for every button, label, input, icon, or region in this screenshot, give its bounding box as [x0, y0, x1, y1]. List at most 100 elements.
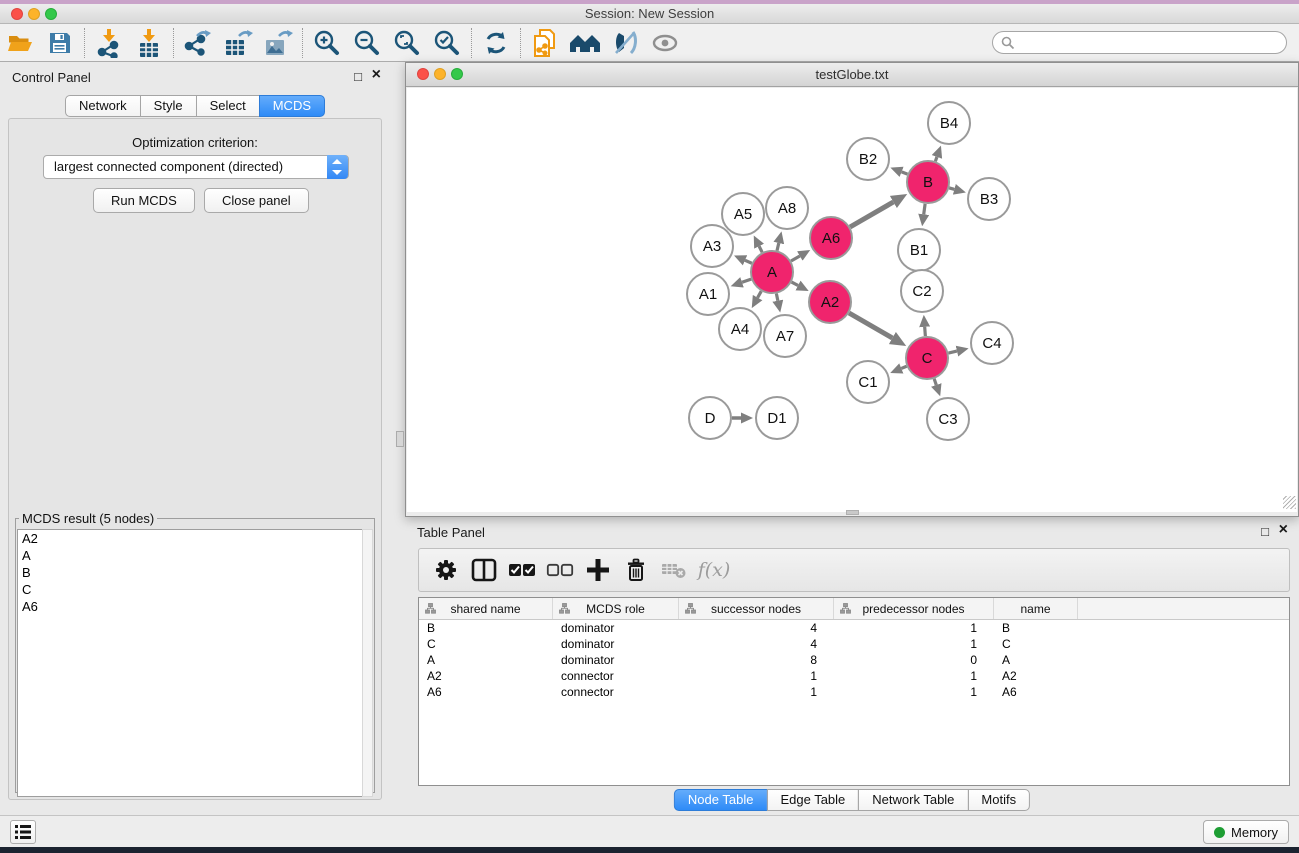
- show-columns-icon[interactable]: [465, 554, 503, 586]
- table-cell[interactable]: 1: [834, 684, 994, 700]
- tab-node-table[interactable]: Node Table: [674, 789, 768, 811]
- network-window-titlebar[interactable]: testGlobe.txt: [406, 63, 1298, 87]
- table-cell[interactable]: 1: [834, 620, 994, 636]
- column-header-name[interactable]: name: [994, 598, 1078, 619]
- refresh-icon[interactable]: [476, 27, 516, 59]
- window-resize-grip[interactable]: [1283, 496, 1296, 509]
- column-header-MCDS-role[interactable]: MCDS role: [553, 598, 679, 619]
- table-cell[interactable]: A2: [419, 668, 553, 684]
- mcds-result-item[interactable]: A2: [18, 530, 362, 547]
- table-settings-gear-icon[interactable]: [427, 554, 465, 586]
- network-canvas[interactable]: B4B2BB3B1A5A8A6A3AA1C2A2A4A7CC4C1C3DD1: [407, 88, 1297, 512]
- minimize-window-button[interactable]: [28, 8, 40, 20]
- graph-node-D[interactable]: D: [689, 397, 731, 439]
- graph-node-A[interactable]: A: [751, 251, 793, 293]
- graph-edge-C-C1[interactable]: [901, 366, 906, 368]
- graph-node-C1[interactable]: C1: [847, 361, 889, 403]
- table-cell[interactable]: A: [994, 652, 1078, 668]
- select-all-checkboxes-icon[interactable]: [503, 554, 541, 586]
- graph-node-A4[interactable]: A4: [719, 308, 761, 350]
- table-cell[interactable]: dominator: [553, 652, 679, 668]
- node-table[interactable]: shared nameMCDS rolesuccessor nodesprede…: [418, 597, 1290, 786]
- close-panel-icon[interactable]: ×: [372, 67, 381, 83]
- graph-node-B[interactable]: B: [907, 161, 949, 203]
- table-cell[interactable]: 0: [834, 652, 994, 668]
- save-session-icon[interactable]: [40, 27, 80, 59]
- table-cell[interactable]: 1: [679, 684, 834, 700]
- search-input[interactable]: [1020, 33, 1286, 52]
- table-cell[interactable]: 4: [679, 636, 834, 652]
- graph-edge-A-A5[interactable]: [759, 246, 762, 252]
- import-table-icon[interactable]: [129, 27, 169, 59]
- table-row[interactable]: Adominator80A: [419, 652, 1289, 668]
- zoom-fit-icon[interactable]: [387, 27, 427, 59]
- column-header-shared-name[interactable]: shared name: [419, 598, 553, 619]
- graph-node-D1[interactable]: D1: [756, 397, 798, 439]
- graph-node-A5[interactable]: A5: [722, 193, 764, 235]
- minimize-network-window-button[interactable]: [434, 68, 446, 80]
- table-row[interactable]: Cdominator41C: [419, 636, 1289, 652]
- graph-node-B4[interactable]: B4: [928, 102, 970, 144]
- vertical-scrollbar-thumb[interactable]: [396, 431, 404, 447]
- close-panel-button[interactable]: Close panel: [204, 188, 309, 213]
- export-network-icon[interactable]: [178, 27, 218, 59]
- graph-node-C3[interactable]: C3: [927, 398, 969, 440]
- graph-node-A8[interactable]: A8: [766, 187, 808, 229]
- import-network-icon[interactable]: [89, 27, 129, 59]
- table-cell[interactable]: B: [994, 620, 1078, 636]
- tab-edge-table[interactable]: Edge Table: [766, 789, 859, 811]
- tab-network-table[interactable]: Network Table: [858, 789, 968, 811]
- column-header-predecessor-nodes[interactable]: predecessor nodes: [834, 598, 994, 619]
- table-cell[interactable]: B: [419, 620, 553, 636]
- graph-edge-A-A8[interactable]: [777, 243, 779, 251]
- table-cell[interactable]: C: [994, 636, 1078, 652]
- zoom-selected-icon[interactable]: [427, 27, 467, 59]
- graph-edge-A-A1[interactable]: [742, 279, 751, 282]
- table-cell[interactable]: 1: [834, 668, 994, 684]
- export-image-icon[interactable]: [258, 27, 298, 59]
- close-panel-icon[interactable]: ×: [1279, 522, 1288, 538]
- export-table-icon[interactable]: [218, 27, 258, 59]
- float-panel-icon[interactable]: □: [1261, 524, 1269, 539]
- graph-edge-C-C2[interactable]: [925, 327, 926, 336]
- close-network-window-button[interactable]: [417, 68, 429, 80]
- criterion-dropdown[interactable]: largest connected component (directed): [43, 155, 349, 179]
- tab-network[interactable]: Network: [65, 95, 141, 117]
- table-cell[interactable]: A6: [419, 684, 553, 700]
- graph-edge-A6-B[interactable]: [850, 202, 893, 227]
- graph-edge-B-B4[interactable]: [935, 157, 937, 161]
- add-row-plus-icon[interactable]: [579, 554, 617, 586]
- graph-node-A3[interactable]: A3: [691, 225, 733, 267]
- graph-edge-C-C4[interactable]: [948, 351, 956, 353]
- graph-node-C[interactable]: C: [906, 337, 948, 379]
- graph-edge-B-B3[interactable]: [949, 188, 954, 189]
- network-graph[interactable]: B4B2BB3B1A5A8A6A3AA1C2A2A4A7CC4C1C3DD1: [407, 88, 1297, 512]
- table-cell[interactable]: 8: [679, 652, 834, 668]
- table-cell[interactable]: connector: [553, 668, 679, 684]
- deselect-all-checkboxes-icon[interactable]: [541, 554, 579, 586]
- close-window-button[interactable]: [11, 8, 23, 20]
- graph-edge-A-A7[interactable]: [776, 294, 777, 301]
- graph-edge-A-A4[interactable]: [758, 291, 762, 297]
- table-cell[interactable]: 1: [679, 668, 834, 684]
- mcds-list-scrollbar[interactable]: [362, 529, 373, 797]
- graph-edge-B-B2[interactable]: [902, 172, 908, 174]
- table-cell[interactable]: A2: [994, 668, 1078, 684]
- zoom-network-window-button[interactable]: [451, 68, 463, 80]
- table-row[interactable]: Bdominator41B: [419, 620, 1289, 636]
- graph-node-B1[interactable]: B1: [898, 229, 940, 271]
- hide-graphics-details-icon[interactable]: [605, 27, 645, 59]
- graph-edge-A-A3[interactable]: [745, 260, 752, 263]
- mcds-result-item[interactable]: C: [18, 581, 362, 598]
- table-cell[interactable]: connector: [553, 684, 679, 700]
- graph-node-B3[interactable]: B3: [968, 178, 1010, 220]
- tab-motifs[interactable]: Motifs: [967, 789, 1030, 811]
- graph-edge-C-C3[interactable]: [934, 379, 936, 385]
- graph-edge-A-A6[interactable]: [791, 256, 800, 261]
- table-cell[interactable]: A: [419, 652, 553, 668]
- show-panels-button[interactable]: [10, 820, 36, 844]
- horizontal-scrollbar-thumb[interactable]: [846, 510, 859, 515]
- mcds-result-item[interactable]: B: [18, 564, 362, 581]
- mcds-result-list[interactable]: A2ABCA6: [17, 529, 363, 797]
- run-mcds-button[interactable]: Run MCDS: [93, 188, 195, 213]
